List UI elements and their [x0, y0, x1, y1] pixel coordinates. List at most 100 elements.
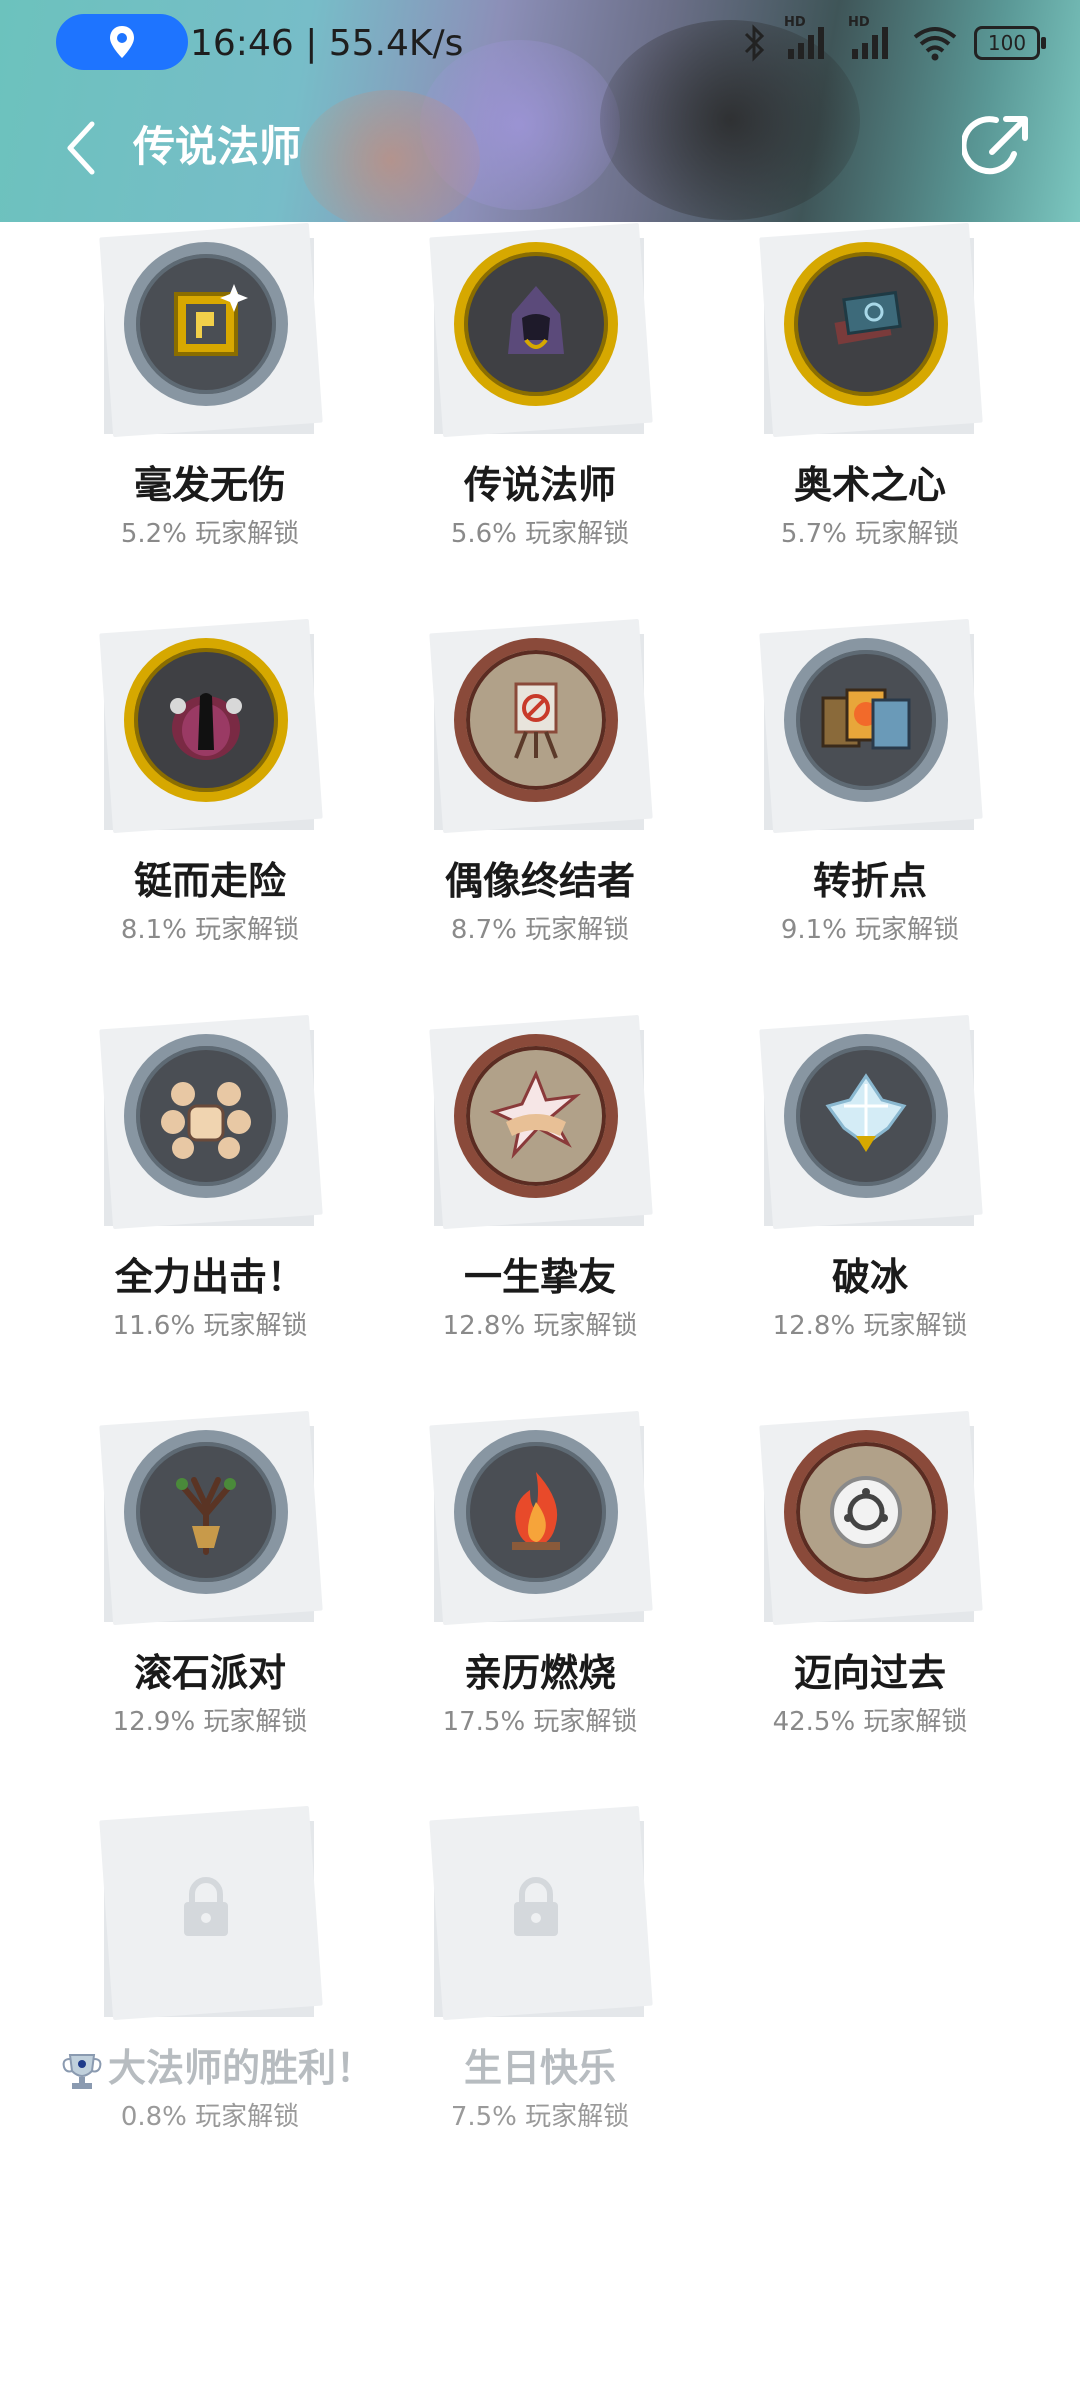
- achievement-unlock-rate: 8.7% 玩家解锁: [450, 915, 630, 945]
- tree-mask-icon: [156, 1462, 256, 1562]
- locked-medal: [454, 1825, 618, 1989]
- achievement-unlock-rate: 0.8% 玩家解锁: [120, 2102, 300, 2132]
- achievement-unlock-rate: 9.1% 玩家解锁: [780, 915, 960, 945]
- achievement-name: 奥术之心: [793, 463, 946, 507]
- achievement-badge: [99, 616, 323, 834]
- achievement-medal: [124, 638, 288, 802]
- fists-icon: [151, 1066, 261, 1166]
- achievement-badge: [429, 616, 653, 834]
- trophy-icon: [62, 2053, 102, 2089]
- achievement-badge: [99, 1012, 323, 1230]
- achievement-unlock-rate: 11.6% 玩家解锁: [112, 1311, 308, 1341]
- achievement-badge: [99, 220, 323, 438]
- ice-crystal-icon: [816, 1066, 916, 1166]
- achievement-badge: [429, 1012, 653, 1230]
- wifi-icon: [913, 27, 957, 61]
- achievement-name: 转折点: [812, 859, 927, 903]
- fire-icon: [486, 1462, 586, 1562]
- achievement-card[interactable]: 偶像终结者 8.7% 玩家解锁: [390, 616, 690, 1016]
- signal-1: HD: [784, 15, 832, 65]
- achievement-card[interactable]: 铤而走险 8.1% 玩家解锁: [60, 616, 360, 1016]
- achievement-card[interactable]: 奥术之心 5.7% 玩家解锁: [720, 220, 1020, 620]
- achievement-card[interactable]: 全力出击！ 11.6% 玩家解锁: [60, 1012, 360, 1412]
- status-icons: HD HD 100: [742, 15, 1046, 68]
- achievement-name: 毫发无伤: [133, 463, 286, 507]
- portal-icon: [816, 1462, 916, 1562]
- achievement-name: 一生挚友: [463, 1255, 616, 1299]
- achievement-medal: [784, 1430, 948, 1594]
- battery-indicator: 100: [974, 26, 1046, 60]
- achievement-medal: [124, 242, 288, 406]
- cursed-figure-icon: [156, 670, 256, 770]
- lock-icon: [506, 1872, 566, 1942]
- achievement-badge: [759, 1408, 983, 1626]
- achievement-badge: [759, 1012, 983, 1230]
- hd-label: HD: [784, 15, 806, 30]
- page-title: 传说法师: [133, 122, 302, 171]
- achievement-card[interactable]: 滚石派对 12.9% 玩家解锁: [60, 1408, 360, 1808]
- achievement-name: 大法师的胜利！: [60, 2043, 374, 2093]
- p-block-icon: [156, 274, 256, 374]
- achievement-card[interactable]: 生日快乐 7.5% 玩家解锁: [390, 1803, 690, 2203]
- achievement-badge: [759, 220, 983, 438]
- handshake-icon: [486, 1066, 586, 1166]
- easel-icon: [486, 670, 586, 770]
- achievement-unlock-rate: 5.6% 玩家解锁: [450, 519, 630, 549]
- achievement-unlock-rate: 7.5% 玩家解锁: [450, 2102, 630, 2132]
- achievement-name: 全力出击！: [114, 1255, 305, 1299]
- achievement-card[interactable]: 毫发无伤 5.2% 玩家解锁: [60, 220, 360, 620]
- app-header: 16:46 | 55.4K/s HD HD 100 传说法师: [0, 0, 1080, 222]
- achievement-unlock-rate: 8.1% 玩家解锁: [120, 915, 300, 945]
- hooded-wizard-icon: [486, 274, 586, 374]
- achievement-card[interactable]: 迈向过去 42.5% 玩家解锁: [720, 1408, 1020, 1808]
- achievement-card[interactable]: 传说法师 5.6% 玩家解锁: [390, 220, 690, 620]
- status-time-speed: 16:46 | 55.4K/s: [190, 23, 464, 64]
- signal-2: HD: [848, 15, 896, 65]
- achievement-name: 迈向过去: [793, 1651, 946, 1695]
- achievement-name: 生日快乐: [463, 2046, 616, 2090]
- locked-medal: [124, 1825, 288, 1989]
- back-button[interactable]: [56, 115, 106, 181]
- achievement-medal: [784, 1034, 948, 1198]
- achievement-unlock-rate: 12.9% 玩家解锁: [112, 1707, 308, 1737]
- achievement-unlock-rate: 17.5% 玩家解锁: [442, 1707, 638, 1737]
- achievement-name-text: 大法师的胜利！: [108, 2046, 375, 2090]
- achievement-badge: [99, 1408, 323, 1626]
- achievement-name: 偶像终结者: [444, 859, 635, 903]
- achievement-name: 破冰: [831, 1255, 908, 1299]
- achievement-medal: [454, 1430, 618, 1594]
- achievement-medal: [124, 1430, 288, 1594]
- achievement-medal: [124, 1034, 288, 1198]
- spellbook-icon: [816, 274, 916, 374]
- achievement-card[interactable]: 大法师的胜利！ 0.8% 玩家解锁: [60, 1803, 374, 2203]
- achievement-unlock-rate: 5.7% 玩家解锁: [780, 519, 960, 549]
- achievement-medal: [454, 242, 618, 406]
- achievement-badge: [429, 1803, 653, 2021]
- achievement-badge: [759, 616, 983, 834]
- achievement-card[interactable]: 转折点 9.1% 玩家解锁: [720, 616, 1020, 1016]
- achievement-name: 滚石派对: [133, 1651, 286, 1695]
- achievement-name: 亲历燃烧: [463, 1651, 616, 1695]
- achievement-card[interactable]: 破冰 12.8% 玩家解锁: [720, 1012, 1020, 1412]
- achievement-unlock-rate: 12.8% 玩家解锁: [442, 1311, 638, 1341]
- achievement-badge: [429, 220, 653, 438]
- share-button[interactable]: [960, 108, 1036, 184]
- share-icon: [962, 116, 1028, 175]
- achievement-badge: [99, 1803, 323, 2021]
- achievement-medal: [784, 638, 948, 802]
- achievement-unlock-rate: 42.5% 玩家解锁: [772, 1707, 968, 1737]
- chevron-left-icon: [67, 121, 95, 175]
- achievement-badge: [429, 1408, 653, 1626]
- achievement-card[interactable]: 一生挚友 12.8% 玩家解锁: [390, 1012, 690, 1412]
- cards-icon: [811, 670, 921, 770]
- lock-icon: [176, 1872, 236, 1942]
- achievement-medal: [454, 1034, 618, 1198]
- achievement-card[interactable]: 亲历燃烧 17.5% 玩家解锁: [390, 1408, 690, 1808]
- achievement-unlock-rate: 12.8% 玩家解锁: [772, 1311, 968, 1341]
- location-indicator[interactable]: [56, 14, 188, 70]
- header-blur-decoration: [300, 90, 480, 222]
- achievement-name: 铤而走险: [133, 859, 286, 903]
- achievement-medal: [454, 638, 618, 802]
- achievement-name: 传说法师: [463, 463, 616, 507]
- achievement-unlock-rate: 5.2% 玩家解锁: [120, 519, 300, 549]
